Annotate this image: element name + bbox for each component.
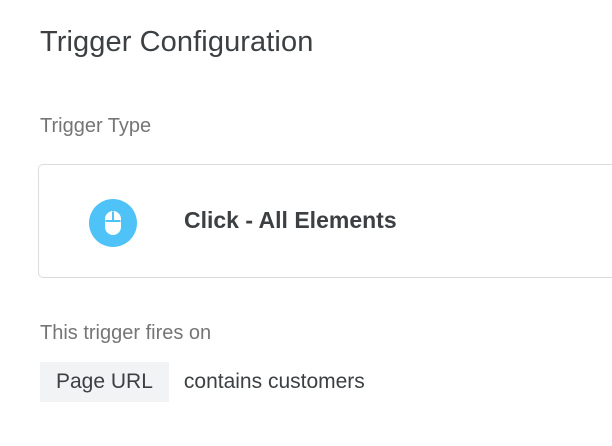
trigger-type-card[interactable]: Click - All Elements bbox=[38, 164, 612, 278]
trigger-condition: Page URL contains customers bbox=[40, 362, 365, 402]
fires-on-label: This trigger fires on bbox=[40, 322, 212, 344]
trigger-type-label: Trigger Type bbox=[40, 115, 152, 137]
trigger-configuration-panel: Trigger Configuration Trigger Type Click… bbox=[0, 0, 612, 446]
variable-chip: Page URL bbox=[40, 362, 169, 402]
condition-text: contains customers bbox=[183, 370, 365, 393]
trigger-type-name: Click - All Elements bbox=[184, 207, 397, 233]
mouse-icon bbox=[89, 199, 137, 247]
page-title: Trigger Configuration bbox=[40, 26, 314, 58]
